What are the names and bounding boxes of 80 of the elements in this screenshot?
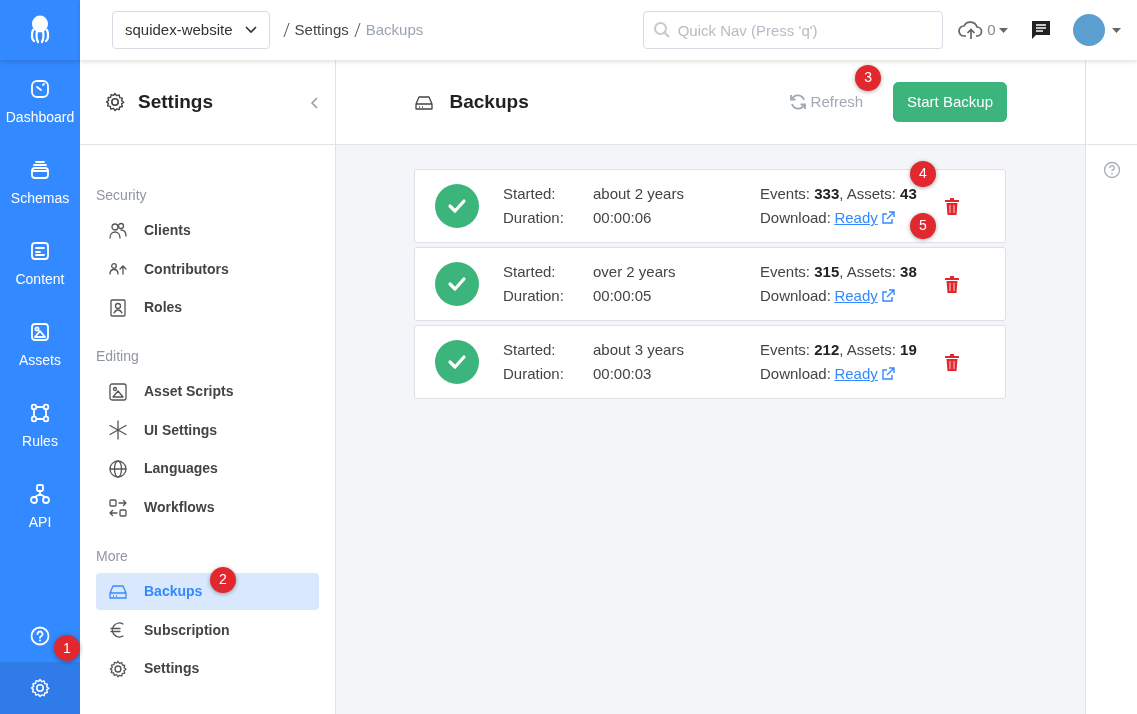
settings-menu-item[interactable]: Settings	[96, 650, 319, 688]
download-label: Download:	[760, 286, 831, 306]
settings-menu-item[interactable]: Subscription	[96, 611, 319, 649]
backup-counts: Events: 315, Assets: 38	[760, 261, 918, 282]
rail-nav-item[interactable]: Schemas	[0, 149, 80, 217]
external-link-icon[interactable]	[881, 211, 896, 226]
search-field[interactable]: Quick Nav (Press 'q')	[642, 11, 943, 49]
page-title: Backups	[449, 90, 529, 114]
callout-marker: 2	[210, 566, 236, 593]
settings-menu-item[interactable]: UI Settings	[96, 411, 319, 449]
id-badge-icon	[108, 297, 128, 318]
globe-icon	[108, 458, 128, 479]
refresh-button[interactable]: Refresh	[782, 89, 870, 115]
callout-marker: 1	[54, 635, 80, 661]
rail-nav-item[interactable]: Content	[0, 230, 80, 298]
started-label: Started:	[503, 339, 557, 360]
breadcrumb-link[interactable]: Settings	[294, 18, 349, 42]
duration-value: 00:00:05	[593, 286, 653, 306]
swap-boxes-icon	[108, 497, 128, 518]
settings-icon	[108, 658, 128, 679]
app-selector-dropdown[interactable]: squidex-website	[112, 11, 270, 49]
stack-icon	[29, 159, 51, 181]
settings-menu-item[interactable]: Clients	[96, 212, 319, 249]
duration-label: Duration:	[503, 208, 565, 228]
panel-title: Settings	[138, 90, 213, 114]
rail-nav-item[interactable]: API	[0, 473, 80, 541]
duration-label: Duration:	[503, 364, 565, 384]
network-icon	[29, 483, 51, 505]
breadcrumb-current: Backups	[365, 19, 424, 40]
image-icon	[108, 381, 128, 402]
settings-icon	[104, 91, 126, 113]
section-label: More	[96, 546, 129, 566]
document-icon	[29, 240, 51, 262]
duration-value: 00:00:03	[593, 364, 653, 384]
started-value: about 2 years	[593, 183, 685, 204]
download-label: Download:	[760, 208, 831, 228]
image-icon	[29, 321, 51, 343]
started-value: over 2 years	[593, 261, 677, 282]
settings-menu-item[interactable]: Roles	[96, 289, 319, 327]
caret-down-icon[interactable]	[1112, 27, 1121, 33]
cloud-upload-icon	[957, 19, 984, 41]
callout-marker: 3	[855, 64, 882, 91]
rail-nav-item[interactable]: Assets	[0, 311, 80, 379]
people-icon	[108, 220, 128, 241]
started-label: Started:	[503, 183, 557, 204]
settings-menu-item[interactable]: Contributors	[96, 250, 319, 288]
chat-icon[interactable]	[1030, 19, 1052, 42]
asterisk-icon	[108, 420, 128, 441]
settings-menu-item[interactable]: Languages	[96, 450, 319, 488]
settings-icon[interactable]	[29, 677, 51, 699]
callout-marker: 4	[910, 160, 936, 187]
rail-settings-tab[interactable]	[0, 662, 80, 714]
chevron-down-icon	[244, 26, 257, 34]
dashboard-gauge-icon	[29, 78, 51, 100]
started-label: Started:	[503, 261, 557, 282]
nodes-icon	[29, 402, 51, 424]
download-link[interactable]: Ready	[834, 207, 878, 230]
download-label: Download:	[760, 364, 831, 384]
help-icon[interactable]	[1102, 161, 1121, 179]
started-value: about 3 years	[593, 339, 685, 360]
download-link[interactable]: Ready	[834, 363, 878, 386]
duration-value: 00:00:06	[593, 208, 653, 228]
refresh-icon	[788, 93, 807, 111]
user-avatar[interactable]	[1073, 14, 1105, 46]
rail-nav-item[interactable]: Rules	[0, 392, 80, 460]
section-label: Editing	[96, 347, 140, 367]
caret-down-icon	[999, 27, 1008, 33]
external-link-icon[interactable]	[881, 289, 896, 304]
callout-marker: 5	[910, 212, 936, 239]
rail-nav-item[interactable]: Dashboard	[0, 68, 80, 136]
octopus-logo-icon[interactable]	[28, 15, 52, 45]
download-link[interactable]: Ready	[834, 285, 878, 308]
backup-counts: Events: 212, Assets: 19	[760, 339, 918, 360]
section-label: Security	[96, 186, 148, 205]
settings-menu-item[interactable]: Workflows	[96, 489, 319, 527]
settings-menu-item[interactable]: Asset Scripts	[96, 373, 319, 411]
start-backup-button[interactable]: Start Backup	[893, 81, 1007, 123]
upload-dropdown[interactable]: 0	[956, 17, 1009, 43]
external-link-icon[interactable]	[881, 367, 896, 382]
duration-label: Duration:	[503, 286, 565, 306]
